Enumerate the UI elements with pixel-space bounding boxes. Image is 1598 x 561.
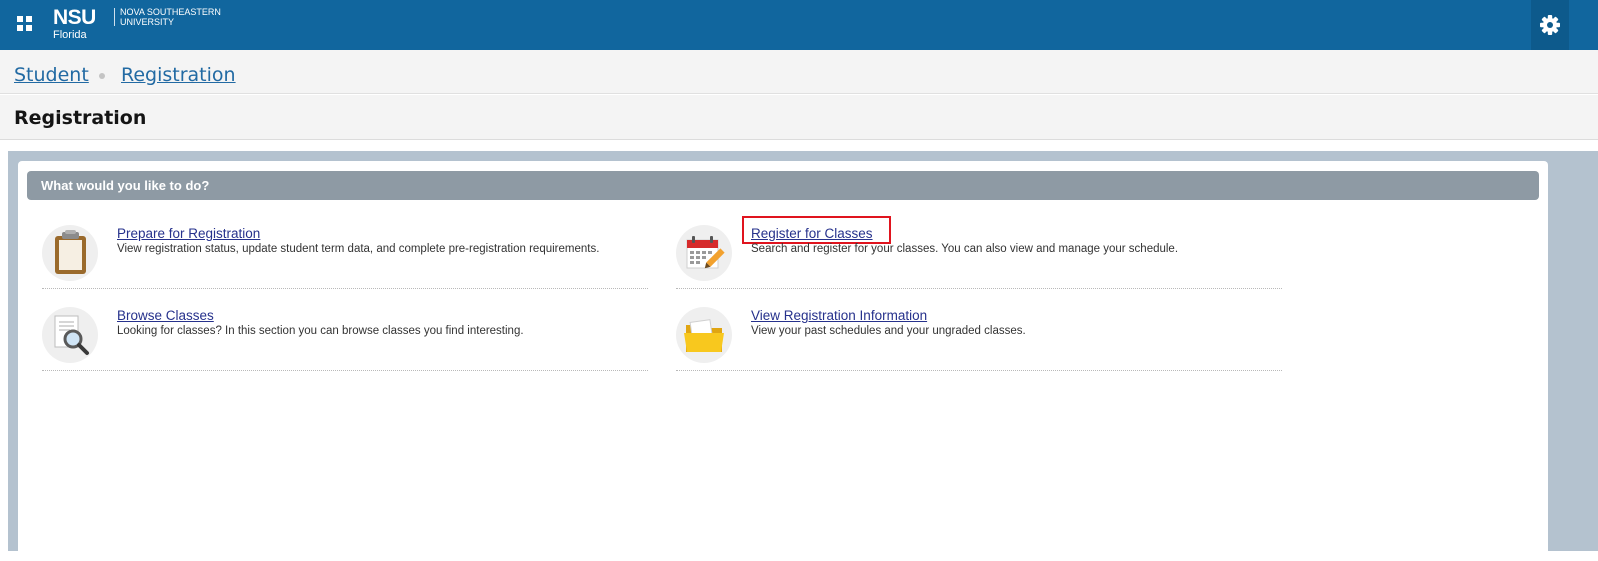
option-register-classes: Register for Classes Search and register… (676, 216, 1282, 289)
option-browse-classes: Browse Classes Looking for classes? In t… (42, 305, 648, 371)
apps-grid-icon[interactable] (17, 16, 33, 32)
title-bar: Registration (0, 95, 1598, 140)
browse-classes-link[interactable]: Browse Classes (117, 308, 214, 324)
top-bar: NSU Florida NOVA SOUTHEASTERN UNIVERSITY (0, 0, 1598, 50)
calendar-icon (676, 225, 732, 281)
page-title: Registration (14, 107, 147, 129)
view-registration-info-description: View your past schedules and your ungrad… (751, 325, 1026, 337)
logo-main-text: NSU (53, 6, 96, 29)
logo-university-text: NOVA SOUTHEASTERN UNIVERSITY (120, 7, 240, 27)
breadcrumb-student-link[interactable]: Student (14, 63, 89, 87)
logo-sub-text: Florida (53, 29, 87, 41)
breadcrumb-separator (99, 73, 105, 79)
main-panel: What would you like to do? Prepare for R… (18, 161, 1548, 561)
logo-divider (114, 8, 115, 26)
browse-classes-description: Looking for classes? In this section you… (117, 325, 524, 337)
settings-button[interactable] (1531, 0, 1569, 50)
section-header: What would you like to do? (27, 171, 1539, 200)
gear-icon (1540, 15, 1560, 35)
breadcrumb: Student Registration (0, 50, 1598, 94)
option-prepare-registration: Prepare for Registration View registrati… (42, 223, 648, 289)
logo-university-line-2: UNIVERSITY (120, 16, 175, 27)
main-frame: What would you like to do? Prepare for R… (8, 151, 1598, 561)
option-view-registration-info: View Registration Information View your … (676, 305, 1282, 371)
folder-icon (676, 307, 732, 363)
register-classes-description: Search and register for your classes. Yo… (751, 243, 1179, 255)
clipboard-icon (42, 225, 98, 281)
section-header-text: What would you like to do? (41, 178, 210, 193)
breadcrumb-registration-link[interactable]: Registration (121, 63, 236, 87)
prepare-registration-description: View registration status, update student… (117, 243, 600, 255)
view-registration-info-link[interactable]: View Registration Information (751, 308, 927, 324)
magnifier-document-icon (42, 307, 98, 363)
prepare-registration-link[interactable]: Prepare for Registration (117, 226, 260, 242)
highlight-box (742, 216, 891, 244)
